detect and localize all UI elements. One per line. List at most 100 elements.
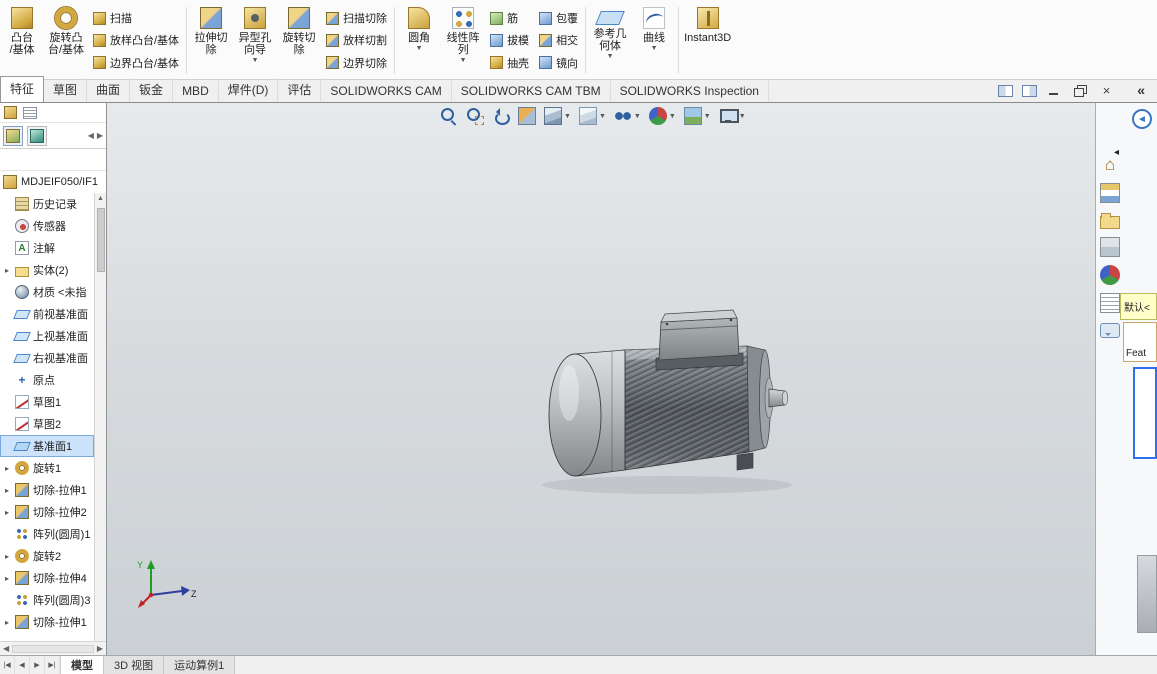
revolved-cut-button[interactable]: 旋转切 除 [277,2,321,79]
instant3d-button[interactable]: Instant3D [681,2,734,79]
expand-arrow-icon[interactable]: ▸ [3,464,11,473]
panel-hscrollbar[interactable]: ◀ ▶ [0,641,106,655]
tab-propertymanager[interactable] [27,125,47,146]
fillet-button[interactable]: 圆角 ▼ [397,2,441,79]
dropdown-caret-icon[interactable]: ▼ [416,45,423,53]
design-library-icon[interactable] [1100,183,1120,203]
tree-item[interactable]: 基准面1 [0,435,94,457]
ribbon-tab[interactable]: SOLIDWORKS CAM [321,81,452,102]
ribbon-tab[interactable]: SOLIDWORKS CAM TBM [452,81,611,102]
dropdown-caret-icon[interactable]: ▼ [460,57,467,65]
panel-next-arrow-icon[interactable]: ▶ [97,131,103,140]
tree-item[interactable]: 上视基准面 [0,325,94,347]
tree-item[interactable]: ▸ 旋转2 [0,545,94,567]
boundary-cut-button[interactable]: 边界切除 [326,53,387,73]
tree-item[interactable]: 历史记录 [0,193,94,215]
dropdown-caret-icon[interactable]: ▼ [607,53,614,61]
tree-item[interactable]: 材质 <未指 [0,281,94,303]
ribbon-tab[interactable]: MBD [173,81,219,102]
intersect-button[interactable]: 相交 [539,30,578,50]
tree-item[interactable]: 右视基准面 [0,347,94,369]
expand-arrow-icon[interactable]: ▸ [3,486,11,495]
graphics-viewport[interactable]: ▼ ▼ ▼ ▼ ▼ ▼ Y Z [107,103,1095,655]
back-arrow-icon[interactable]: ◄ [1132,109,1152,129]
extruded-boss-button[interactable]: 凸台 /基体 [0,2,44,79]
tab-scroll-last-icon[interactable]: ▶| [45,656,60,674]
expand-arrow-icon[interactable]: ▸ [3,266,11,275]
tree-root-item[interactable]: MDJEIF050/IF1 [0,171,106,193]
tab-scroll-first-icon[interactable]: |◀ [0,656,15,674]
dropdown-caret-icon[interactable]: ▼ [651,45,658,53]
document-tab[interactable]: 3D 视图 [104,656,165,674]
document-tab[interactable]: 运动算例1 [164,656,236,674]
featuremanager-filter-icon[interactable] [4,106,17,119]
expand-arrow-icon[interactable]: ▸ [3,552,11,561]
tree-item[interactable]: ▸ 切除-拉伸1 [0,611,94,633]
motor-model[interactable] [107,103,1095,655]
taskpane-collapse-button[interactable]: « [1131,82,1151,98]
tree-item[interactable]: ▸ 切除-拉伸2 [0,501,94,523]
configuration-flyout[interactable]: 默认< [1120,293,1157,320]
tree-filter-area[interactable] [0,149,106,171]
expand-arrow-icon[interactable]: ▸ [3,508,11,517]
reference-geometry-button[interactable]: 参考几 何体 ▼ [588,2,632,79]
appearances-icon[interactable] [1100,265,1120,285]
scroll-up-icon[interactable]: ▲ [97,193,104,205]
linear-pattern-button[interactable]: 线性阵 列 ▼ [441,2,485,79]
tree-item[interactable]: 草图2 [0,413,94,435]
swept-cut-button[interactable]: 扫描切除 [326,8,387,28]
expand-arrow-icon[interactable]: ▸ [3,618,11,627]
pane-next-icon[interactable] [1022,84,1037,97]
ribbon-tab[interactable]: 特征 [0,76,45,102]
expand-arrow-icon[interactable]: ▸ [3,574,11,583]
lofted-boss-button[interactable]: 放样凸台/基体 [93,30,179,50]
tree-item[interactable]: 原点 [0,369,94,391]
hscroll-track[interactable] [12,644,94,653]
tree-item[interactable]: ▸ 切除-拉伸4 [0,567,94,589]
panel-prev-arrow-icon[interactable]: ◀ [88,131,94,140]
lofted-cut-button[interactable]: 放样切割 [326,30,387,50]
tree-item[interactable]: ▸ 旋转1 [0,457,94,479]
minimize-button[interactable] [1046,83,1063,98]
feature-flyout[interactable]: Feat [1123,322,1157,362]
tree-item[interactable]: 前视基准面 [0,303,94,325]
tab-scroll-prev-icon[interactable]: ◀ [15,656,30,674]
tree-item[interactable]: ▸ 实体(2) [0,259,94,281]
hole-wizard-button[interactable]: 异型孔 向导 ▼ [233,2,277,79]
tree-item[interactable]: ▸ 切除-拉伸1 [0,479,94,501]
scroll-left-icon[interactable]: ◀ [3,644,9,653]
forum-icon[interactable] [1100,323,1120,338]
ribbon-tab[interactable]: SOLIDWORKS Inspection [611,81,769,102]
home-icon[interactable]: ⌂ [1100,155,1120,175]
draft-button[interactable]: 拔模 [490,30,529,50]
tree-item[interactable]: 阵列(圆周)1 [0,523,94,545]
scrollbar-thumb[interactable] [96,208,105,272]
rib-button[interactable]: 筋 [490,8,529,28]
ribbon-tab[interactable]: 草图 [44,78,88,102]
boundary-boss-button[interactable]: 边界凸台/基体 [93,53,179,73]
document-tab[interactable]: 模型 [61,656,104,674]
swept-boss-button[interactable]: 扫描 [93,8,179,28]
tree-item[interactable]: 传感器 [0,215,94,237]
view-palette-icon[interactable] [1100,237,1120,257]
dropdown-caret-icon[interactable]: ▼ [252,57,259,65]
ribbon-tab[interactable]: 评估 [278,78,322,102]
mirror-button[interactable]: 镜向 [539,53,578,73]
ribbon-tab[interactable]: 曲面 [87,78,131,102]
curves-button[interactable]: 曲线 ▼ [632,2,676,79]
close-button[interactable]: × [1098,83,1115,98]
file-explorer-icon[interactable] [1100,213,1120,229]
ribbon-tab[interactable]: 钣金 [130,78,174,102]
ribbon-tab[interactable]: 焊件(D) [219,78,279,102]
revolved-boss-button[interactable]: 旋转凸 台/基体 [44,2,88,79]
tree-item[interactable]: 草图1 [0,391,94,413]
tree-scrollbar[interactable]: ▲ [94,193,106,641]
extruded-cut-button[interactable]: 拉伸切 除 [189,2,233,79]
tab-scroll-next-icon[interactable]: ▶ [30,656,45,674]
tree-item[interactable]: 阵列(圆周)3 [0,589,94,611]
custom-properties-icon[interactable] [1100,293,1120,313]
restore-button[interactable] [1072,83,1089,98]
tab-featuremanager[interactable] [3,125,23,146]
shell-button[interactable]: 抽壳 [490,53,529,73]
tree-item[interactable]: 注解 [0,237,94,259]
